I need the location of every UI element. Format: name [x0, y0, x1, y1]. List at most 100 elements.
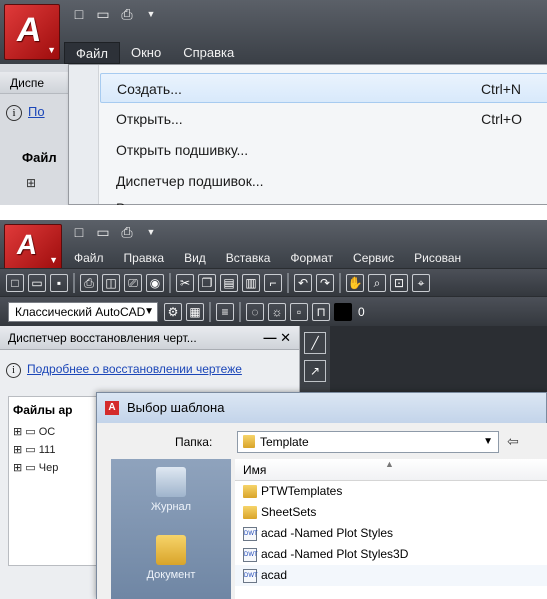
zoom-realtime-icon[interactable]: ⌕ [368, 273, 386, 292]
undo-icon[interactable]: ↶ [294, 273, 312, 292]
dropdown-icon[interactable]: ▼ [142, 6, 160, 22]
dropdown-icon[interactable]: ▼ [142, 224, 160, 240]
menu-view[interactable]: Вид [174, 247, 216, 269]
info-link[interactable]: По [28, 104, 45, 119]
new-icon[interactable]: □ [70, 224, 88, 240]
paste-icon[interactable]: ▤ [220, 273, 238, 292]
folder-icon [243, 506, 257, 519]
new-icon[interactable]: □ [6, 273, 24, 292]
place-label: Документ [146, 569, 196, 581]
file-row[interactable]: DWT acad -Named Plot Styles [235, 523, 547, 544]
pan-icon[interactable]: ✋ [346, 273, 364, 292]
new-icon[interactable]: □ [70, 6, 88, 22]
toolbar-separator [287, 272, 289, 293]
template-dialog-capture: A ▼ □ ▭ ⎙ ▼ Файл Правка Вид Вставка Форм… [0, 220, 547, 599]
info-link[interactable]: Подробнее о восстановлении чертеже [27, 362, 242, 376]
preview-icon[interactable]: ◫ [102, 273, 120, 292]
file-row[interactable]: SheetSets [235, 502, 547, 523]
menu-window[interactable]: Окно [120, 42, 172, 64]
match-properties-icon[interactable]: ⌐ [264, 273, 282, 292]
customize-icon[interactable]: ▦ [186, 302, 204, 321]
redo-icon[interactable]: ↷ [316, 273, 334, 292]
menu-file[interactable]: Файл [64, 42, 120, 64]
panel-title: Диспетчер восстановления черт... [8, 331, 197, 345]
file-row[interactable]: DWT acad -Named Plot Styles3D [235, 544, 547, 565]
menu-item-open-sheetset[interactable]: Открыть подшивку... [100, 135, 547, 165]
workspace-select[interactable]: Классический AutoCAD ▼ [8, 301, 158, 322]
file-menu-capture: A ▼ □ ▭ ⎙ ▼ Файл Окно Справка Диспе i По … [0, 0, 547, 205]
panel-header: Диспетчер восстановления черт... — ✕ [0, 326, 299, 350]
back-arrow-icon[interactable]: ⇦ [507, 433, 519, 450]
place-history[interactable]: Журнал [111, 467, 231, 513]
menu-tools[interactable]: Сервис [343, 247, 404, 269]
folder-icon [243, 485, 257, 498]
workspace-settings-icon[interactable]: ⚙ [164, 302, 182, 321]
tree-item[interactable]: ⊞ ▭ Чер [9, 459, 97, 477]
print-icon[interactable]: ⎙ [80, 273, 98, 292]
menu-help[interactable]: Справка [172, 42, 245, 64]
menu-item-partial[interactable]: В [100, 193, 547, 205]
cut-icon[interactable]: ✂ [176, 273, 194, 292]
folder-icon [243, 435, 255, 448]
file-dropdown-menu: Создать... Ctrl+N Открыть... Ctrl+O Откр… [68, 64, 547, 205]
polyline-icon[interactable]: ↗ [304, 360, 326, 382]
dialog-body: Папка: Template ▼ ⇦ Журнал Документ ▲ Им… [97, 423, 547, 599]
layer-name[interactable]: 0 [358, 305, 365, 319]
workspace-toolbar: Классический AutoCAD ▼ ⚙ ▦ ≡ ◌ ☼ ▫ ⊓ 0 [0, 296, 547, 326]
history-icon [156, 467, 186, 497]
folder-icon: ▭ [25, 444, 36, 456]
dwt-file-icon: DWT [243, 568, 258, 583]
tree-item[interactable]: ⊞ ▭ ОС [9, 423, 97, 441]
info-row: i Подробнее о восстановлении чертеже [6, 362, 242, 378]
autocad-logo-icon: A [105, 401, 119, 415]
menu-format[interactable]: Формат [280, 247, 343, 269]
dwt-file-icon: DWT [243, 526, 258, 541]
open-icon[interactable]: ▭ [28, 273, 46, 292]
folder-select[interactable]: Template ▼ [237, 431, 499, 453]
menu-item-sheetset-manager[interactable]: Диспетчер подшивок... [100, 166, 547, 196]
expand-icon[interactable]: ⊞ [13, 462, 22, 474]
save-icon[interactable]: ⎙ [118, 224, 136, 240]
paste-special-icon[interactable]: ▥ [242, 273, 260, 292]
layer-properties-icon[interactable]: ≡ [216, 302, 234, 321]
menu-insert[interactable]: Вставка [216, 247, 281, 269]
line-icon[interactable]: ╱ [304, 332, 326, 354]
layer-lock-icon[interactable]: ⊓ [312, 302, 330, 321]
menu-file[interactable]: Файл [64, 247, 114, 269]
tree-item[interactable]: ⊞ ▭ 111 [9, 441, 97, 459]
copy-icon[interactable]: ❐ [198, 273, 216, 292]
sort-arrow-icon: ▲ [385, 459, 394, 469]
app-menu-button[interactable]: A ▼ [4, 4, 60, 60]
expand-icon[interactable]: ⊞ [13, 444, 22, 456]
expand-icon[interactable]: ⊞ [13, 426, 22, 438]
place-documents[interactable]: Документ [111, 535, 231, 581]
app-menu-button[interactable]: A ▼ [4, 224, 62, 270]
layer-freeze-icon[interactable]: ☼ [268, 302, 286, 321]
layer-color-icon[interactable] [334, 302, 352, 321]
open-icon[interactable]: ▭ [94, 224, 112, 240]
standard-toolbar: □ ▭ ▪ ⎙ ◫ ⎚ ◉ ✂ ❐ ▤ ▥ ⌐ ↶ ↷ ✋ ⌕ ⊡ ⌖ [0, 268, 547, 296]
workspace-value: Классический AutoCAD [15, 304, 146, 319]
menu-draw[interactable]: Рисован [404, 247, 471, 269]
menu-edit[interactable]: Правка [114, 247, 175, 269]
plot-icon[interactable]: ◉ [146, 273, 164, 292]
menu-item-open[interactable]: Открыть... Ctrl+O [100, 104, 547, 134]
toolbar-separator [239, 301, 241, 322]
layer-on-icon[interactable]: ◌ [246, 302, 264, 321]
column-header-name[interactable]: ▲ Имя [235, 459, 547, 481]
tree-expand-icon[interactable]: ⊞ [26, 176, 36, 190]
folder-icon: ▭ [25, 462, 36, 474]
file-row[interactable]: DWT acad [235, 565, 547, 586]
save-icon[interactable]: ▪ [50, 273, 68, 292]
layer-viewport-icon[interactable]: ▫ [290, 302, 308, 321]
zoom-previous-icon[interactable]: ⌖ [412, 273, 430, 292]
panel-controls[interactable]: — ✕ [263, 326, 291, 350]
toolbar-separator [339, 272, 341, 293]
file-row[interactable]: PTWTemplates [235, 481, 547, 502]
backup-files-list: Файлы ар ⊞ ▭ ОС ⊞ ▭ 111 ⊞ ▭ Чер [8, 396, 98, 566]
menu-item-new[interactable]: Создать... Ctrl+N [100, 73, 547, 103]
save-icon[interactable]: ⎙ [118, 6, 136, 22]
open-icon[interactable]: ▭ [94, 6, 112, 22]
zoom-window-icon[interactable]: ⊡ [390, 273, 408, 292]
publish-icon[interactable]: ⎚ [124, 273, 142, 292]
